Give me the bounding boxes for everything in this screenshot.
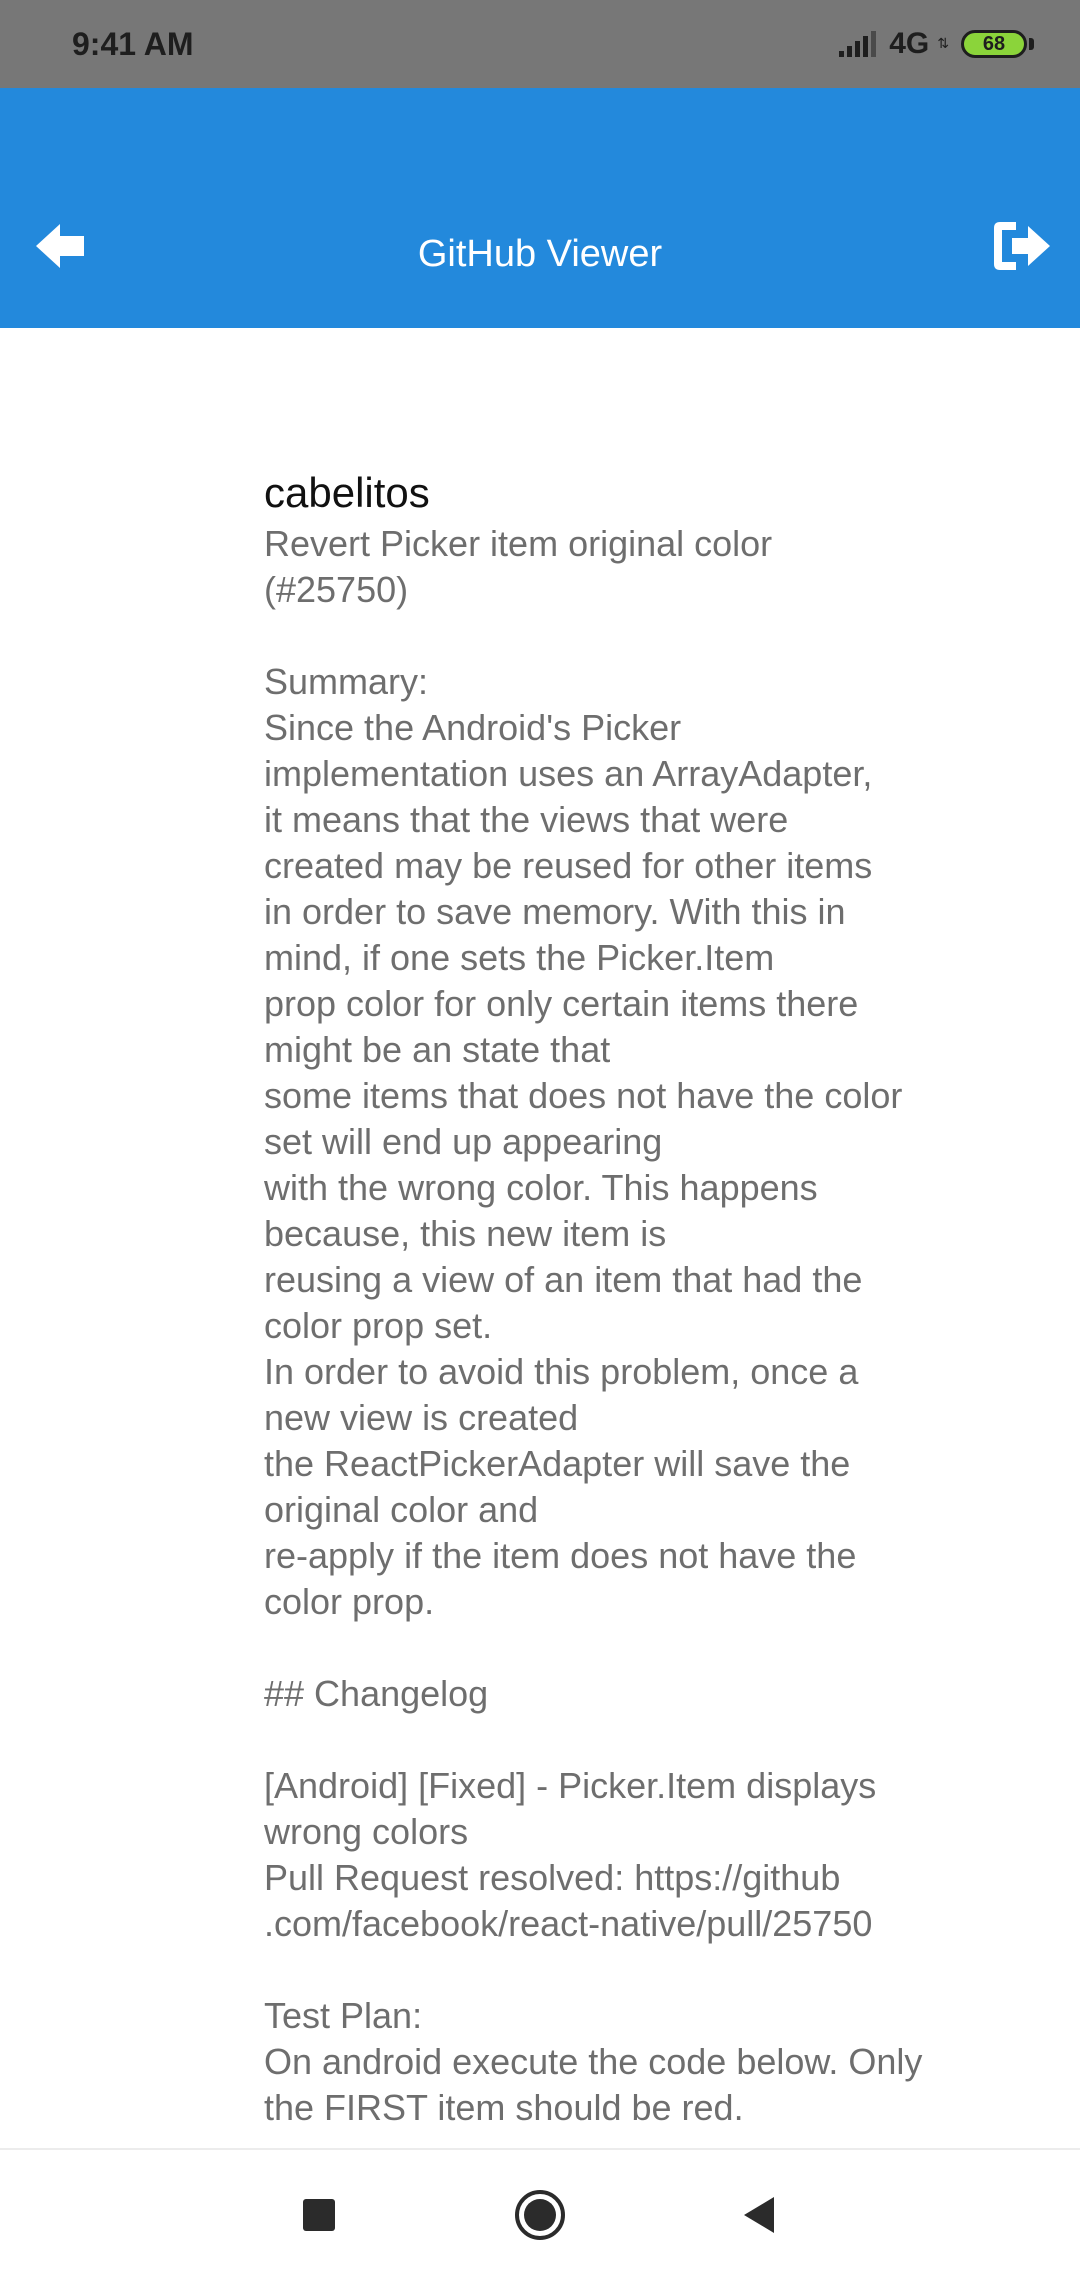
logout-button[interactable] — [986, 210, 1058, 282]
commit-author: cabelitos — [264, 469, 430, 516]
network-type: 4G — [889, 27, 930, 60]
recent-apps-icon — [303, 2199, 335, 2231]
battery-level: 68 — [982, 32, 1006, 55]
data-activity-icon: ⇅ — [937, 36, 949, 52]
commit-detail: cabelitos Revert Picker item original co… — [264, 465, 1004, 2131]
signal-icon — [839, 31, 877, 57]
back-icon — [744, 2197, 774, 2233]
app-title: GitHub Viewer — [417, 233, 663, 275]
battery-icon: 68 — [961, 30, 1027, 58]
logout-icon — [994, 222, 1050, 270]
recent-apps-button[interactable] — [284, 2180, 354, 2250]
status-bar: 9:41 AM 4G ⇅ 68 — [0, 0, 1080, 88]
system-back-button[interactable] — [725, 2180, 795, 2250]
home-icon — [515, 2190, 565, 2240]
commit-message: Revert Picker item original color (#2575… — [264, 523, 923, 2128]
system-nav-bar — [0, 2150, 1080, 2280]
app-bar: GitHub Viewer — [0, 88, 1080, 328]
status-time: 9:41 AM — [72, 26, 194, 62]
status-indicators: 4G ⇅ 68 — [837, 24, 1034, 64]
battery-cap — [1029, 38, 1034, 50]
home-button[interactable] — [505, 2180, 575, 2250]
